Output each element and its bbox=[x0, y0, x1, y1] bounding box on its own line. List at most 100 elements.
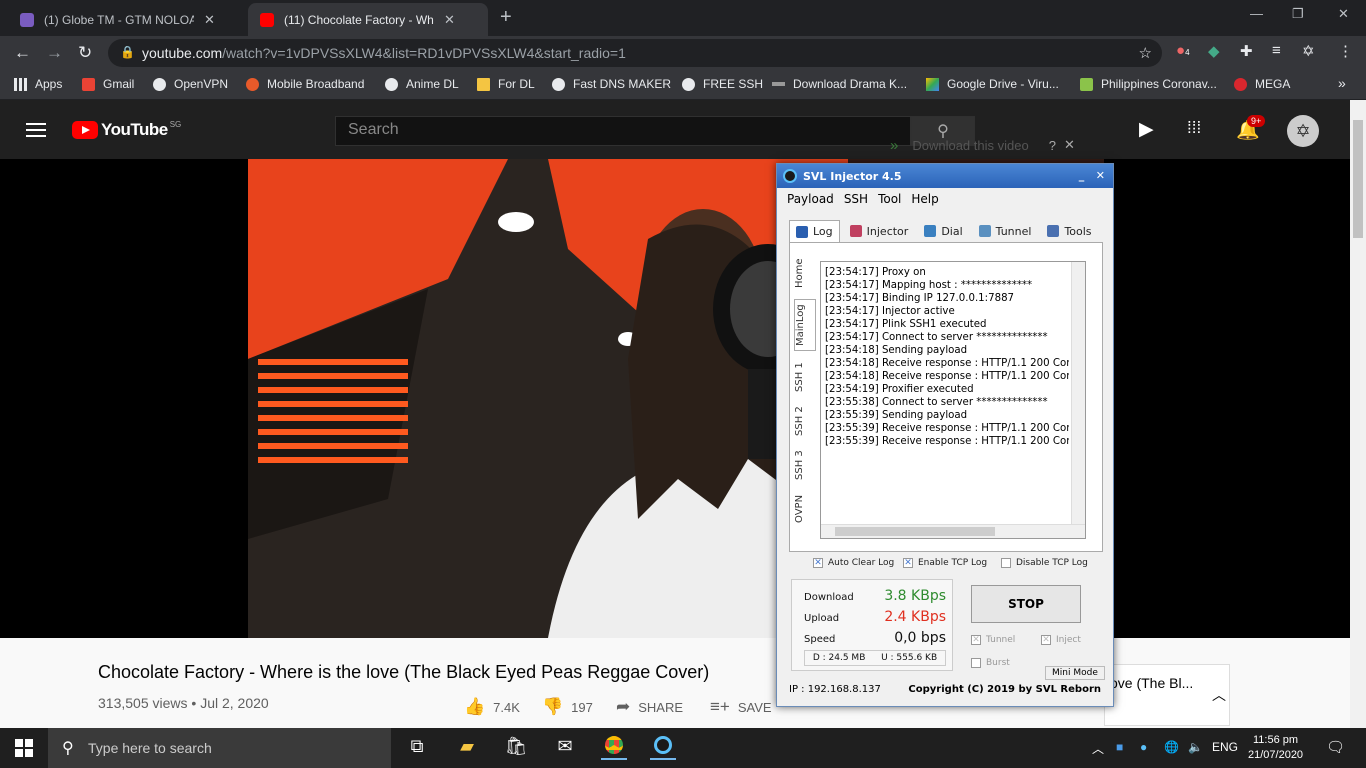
disable-tcp-log-checkbox[interactable]: Disable TCP Log bbox=[1001, 558, 1088, 568]
bookmark-free-ssh[interactable]: FREE SSH bbox=[682, 77, 763, 91]
extension-icon[interactable]: ◆ bbox=[1208, 42, 1220, 60]
volume-icon[interactable]: 🔈 bbox=[1188, 740, 1203, 754]
apps-grid-icon[interactable]: ⁞⁞⁞ bbox=[1187, 118, 1201, 138]
bookmark-anime-dl[interactable]: Anime DL bbox=[385, 77, 459, 91]
bookmark-download-drama[interactable]: Download Drama K... bbox=[772, 77, 907, 91]
tab-youtube[interactable]: (11) Chocolate Factory - Where is the lo… bbox=[248, 3, 488, 36]
close-tab-icon[interactable]: ✕ bbox=[444, 12, 455, 28]
youtube-logo[interactable]: YouTube SG bbox=[72, 120, 181, 140]
svl-close-icon[interactable]: ✕ bbox=[1096, 169, 1105, 182]
side-tab-mainlog[interactable]: MainLog bbox=[794, 299, 816, 351]
new-tab-button[interactable]: + bbox=[500, 6, 512, 29]
bookmark-fast-dns[interactable]: Fast DNS MAKER bbox=[552, 77, 671, 91]
create-video-icon[interactable]: ▶ bbox=[1139, 118, 1154, 141]
network-globe-icon[interactable]: 🌐 bbox=[1164, 740, 1179, 754]
folder-icon bbox=[477, 77, 490, 91]
maximize-icon[interactable]: ❐ bbox=[1292, 6, 1304, 22]
puzzle-extensions-icon[interactable]: ✚ bbox=[1240, 42, 1253, 60]
menu-help[interactable]: Help bbox=[911, 192, 938, 206]
bookmark-mobile-broadband[interactable]: Mobile Broadband bbox=[246, 77, 364, 91]
menu-ssh[interactable]: SSH bbox=[844, 192, 868, 206]
download-video-bar[interactable]: » Download this video ? ✕ bbox=[890, 134, 1100, 156]
reload-icon[interactable]: ↻ bbox=[78, 43, 92, 63]
like-button[interactable]: 👍 7.4K bbox=[464, 697, 520, 717]
log-horizontal-scrollbar[interactable] bbox=[821, 524, 1085, 538]
share-button[interactable]: ➦ SHARE bbox=[616, 697, 683, 717]
burst-checkbox[interactable]: Burst bbox=[971, 658, 1010, 668]
video-player[interactable] bbox=[0, 159, 1350, 638]
file-explorer-icon[interactable]: ▰ bbox=[454, 736, 480, 760]
forward-icon[interactable]: → bbox=[46, 43, 63, 63]
input-language[interactable]: ENG bbox=[1212, 740, 1238, 754]
close-tab-icon[interactable]: ✕ bbox=[204, 12, 215, 28]
side-tab-home[interactable]: Home bbox=[794, 253, 816, 293]
save-button[interactable]: ≡+ SAVE bbox=[710, 697, 772, 717]
profile-avatar-icon[interactable]: ✡ bbox=[1302, 42, 1315, 60]
auto-clear-log-checkbox[interactable]: ✕ Auto Clear Log bbox=[813, 558, 894, 568]
up-next-title[interactable]: ove (The Bl... bbox=[1110, 675, 1193, 691]
extension-icon[interactable]: ●4 bbox=[1176, 42, 1190, 59]
tunnel-checkbox[interactable]: ✕ Tunnel bbox=[971, 635, 1015, 645]
tab-tools[interactable]: Tools bbox=[1041, 220, 1097, 242]
svl-title-bar[interactable]: SVL Injector 4.5 _ ✕ bbox=[777, 164, 1113, 188]
log-vertical-scrollbar[interactable] bbox=[1071, 262, 1085, 524]
mail-icon[interactable]: ✉ bbox=[552, 736, 578, 760]
mini-mode-button[interactable]: Mini Mode bbox=[1045, 666, 1105, 680]
bookmark-google-drive[interactable]: Google Drive - Viru... bbox=[926, 77, 1059, 91]
upload-label: Upload bbox=[804, 613, 840, 624]
svl-tray-icon[interactable]: ● bbox=[1140, 740, 1147, 754]
tab-dial[interactable]: Dial bbox=[918, 220, 968, 242]
enable-tcp-log-checkbox[interactable]: ✕ Enable TCP Log bbox=[903, 558, 987, 568]
bookmarks-overflow[interactable]: » bbox=[1338, 75, 1346, 91]
bookmark-for-dl[interactable]: For DL bbox=[477, 77, 535, 91]
taskbar-search-input[interactable]: ⚲ Type here to search bbox=[48, 728, 391, 768]
menu-payload[interactable]: Payload bbox=[787, 192, 834, 206]
media-queue-icon[interactable]: ≡ bbox=[1272, 42, 1281, 59]
tray-app-icon[interactable]: ■ bbox=[1116, 740, 1123, 754]
log-textarea[interactable]: [23:54:17] Proxy on [23:54:17] Mapping h… bbox=[820, 261, 1086, 539]
inject-checkbox[interactable]: ✕ Inject bbox=[1041, 635, 1081, 645]
search-input[interactable]: Search bbox=[335, 116, 911, 146]
system-clock[interactable]: 11:56 pm 21/07/2020 bbox=[1248, 733, 1303, 763]
chrome-icon[interactable] bbox=[601, 736, 627, 760]
task-view-icon[interactable]: ⧉ bbox=[404, 736, 430, 760]
bookmark-label: Apps bbox=[35, 77, 63, 91]
show-hidden-icons-chevron-icon[interactable]: ︿ bbox=[1092, 740, 1104, 757]
scrollbar-thumb[interactable] bbox=[835, 527, 995, 536]
side-tab-ssh3[interactable]: SSH 3 bbox=[794, 445, 816, 485]
side-tab-ovpn[interactable]: OVPN bbox=[794, 489, 816, 529]
hamburger-menu-icon[interactable] bbox=[26, 123, 46, 137]
globe-favicon-icon bbox=[20, 12, 34, 27]
windows-start-icon[interactable] bbox=[15, 739, 33, 757]
tab-injector[interactable]: Injector bbox=[844, 220, 915, 242]
chevron-up-icon[interactable]: ︿ bbox=[1212, 685, 1226, 705]
svl-minimize-icon[interactable]: _ bbox=[1079, 169, 1085, 182]
menu-dots-icon[interactable]: ⋮ bbox=[1338, 42, 1353, 60]
back-icon[interactable]: ← bbox=[14, 43, 31, 63]
address-bar[interactable]: 🔒 youtube.com/watch?v=1vDPVSsXLW4&list=R… bbox=[108, 39, 1162, 67]
action-center-icon[interactable]: 🗨 bbox=[1326, 738, 1345, 756]
side-tab-ssh2[interactable]: SSH 2 bbox=[794, 401, 816, 441]
account-avatar[interactable]: ✡ bbox=[1287, 115, 1319, 147]
microsoft-store-icon[interactable]: 🛍 bbox=[503, 736, 529, 760]
bookmark-philippines-coronavirus[interactable]: Philippines Coronav... bbox=[1080, 77, 1217, 91]
menu-tool[interactable]: Tool bbox=[878, 192, 901, 206]
tab-tunnel[interactable]: Tunnel bbox=[973, 220, 1038, 242]
bookmark-star-icon[interactable]: ☆ bbox=[1139, 44, 1152, 62]
minimize-icon[interactable]: — bbox=[1250, 6, 1263, 21]
close-window-icon[interactable]: ✕ bbox=[1338, 6, 1349, 22]
bookmark-gmail[interactable]: Gmail bbox=[82, 77, 134, 91]
side-tab-ssh1[interactable]: SSH 1 bbox=[794, 357, 816, 397]
tab-globe[interactable]: (1) Globe TM - GTM NOLOADv1.2 ✕ bbox=[8, 3, 246, 36]
stop-button[interactable]: STOP bbox=[971, 585, 1081, 623]
bookmark-openvpn[interactable]: OpenVPN bbox=[153, 77, 228, 91]
download-close-icon[interactable]: ✕ bbox=[1064, 137, 1075, 153]
scrollbar-thumb[interactable] bbox=[1353, 120, 1363, 238]
page-scrollbar[interactable] bbox=[1350, 100, 1366, 728]
svl-injector-taskbar-icon[interactable] bbox=[650, 736, 676, 760]
dislike-button[interactable]: 👎 197 bbox=[542, 697, 593, 717]
tab-log[interactable]: Log bbox=[789, 220, 840, 242]
bookmark-mega[interactable]: MEGA bbox=[1234, 77, 1290, 91]
download-help-icon[interactable]: ? bbox=[1049, 138, 1056, 153]
bookmark-apps[interactable]: Apps bbox=[14, 77, 62, 91]
